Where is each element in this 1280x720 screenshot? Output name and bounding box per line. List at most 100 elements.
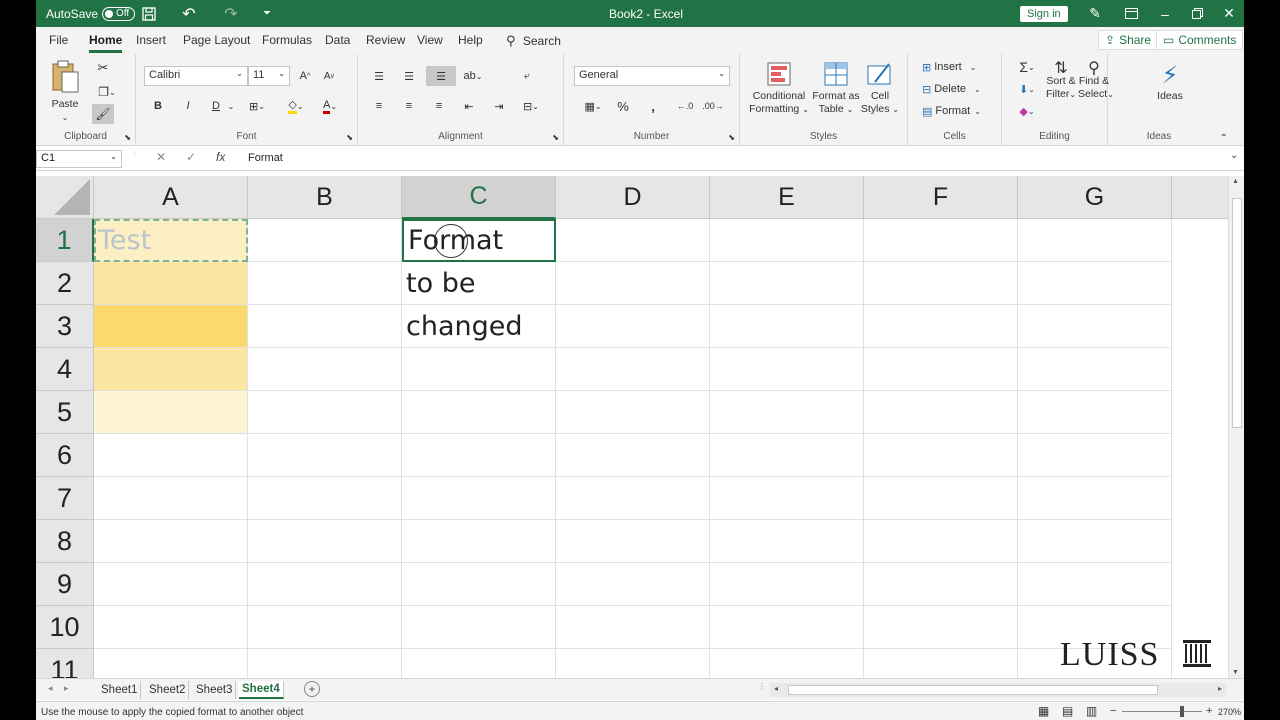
restore-icon[interactable]: [1188, 0, 1206, 27]
drag-handle-icon[interactable]: ⋮: [132, 151, 138, 169]
vertical-scroll-thumb[interactable]: [1232, 198, 1242, 428]
zoom-slider[interactable]: [1122, 706, 1202, 717]
ideas-button[interactable]: ⚡ Ideas: [1148, 62, 1192, 103]
cell-d3[interactable]: [556, 305, 710, 348]
tab-review[interactable]: Review: [366, 33, 405, 53]
cell-e7[interactable]: [710, 477, 864, 520]
select-all-button[interactable]: [36, 176, 94, 219]
row-header-1[interactable]: 1: [36, 219, 94, 262]
merge-center-icon[interactable]: ⊟ ⌄: [516, 96, 546, 116]
cell-f8[interactable]: [864, 520, 1018, 563]
ribbon-display-icon[interactable]: [1122, 0, 1140, 27]
page-break-view-icon[interactable]: ▥: [1086, 704, 1097, 718]
row-header-8[interactable]: 8: [36, 520, 94, 563]
align-right-icon[interactable]: ≡: [430, 96, 448, 116]
cell-g5[interactable]: [1018, 391, 1172, 434]
name-box[interactable]: C1 ⌄: [36, 150, 122, 168]
bold-button[interactable]: B: [150, 96, 166, 116]
cell-b6[interactable]: [248, 434, 402, 477]
cell-d6[interactable]: [556, 434, 710, 477]
cell-b8[interactable]: [248, 520, 402, 563]
dialog-launcher-icon[interactable]: ⬊: [346, 133, 353, 142]
cell-f1[interactable]: [864, 219, 1018, 262]
pen-icon[interactable]: ✎: [1086, 0, 1104, 27]
cell-a4[interactable]: [94, 348, 248, 391]
cell-a1[interactable]: Test: [94, 219, 248, 262]
row-header-5[interactable]: 5: [36, 391, 94, 434]
cell-f11[interactable]: [864, 649, 1018, 678]
align-left-icon[interactable]: ≡: [370, 96, 388, 116]
cell-g4[interactable]: [1018, 348, 1172, 391]
add-sheet-icon[interactable]: +: [304, 681, 320, 697]
clear-icon[interactable]: ◆ ⌄: [1014, 102, 1040, 120]
align-center-icon[interactable]: ≡: [400, 96, 418, 116]
sign-in-button[interactable]: Sign in: [1020, 0, 1068, 27]
autosum-icon[interactable]: Σ ⌄: [1014, 58, 1040, 76]
cell-g6[interactable]: [1018, 434, 1172, 477]
cell-a5[interactable]: [94, 391, 248, 434]
cell-f10[interactable]: [864, 606, 1018, 649]
row-header-11[interactable]: 11: [36, 649, 94, 678]
row-header-4[interactable]: 4: [36, 348, 94, 391]
increase-font-icon[interactable]: A ^: [296, 66, 314, 86]
cell-e2[interactable]: [710, 262, 864, 305]
column-header-f[interactable]: F: [864, 176, 1018, 219]
scroll-down-icon[interactable]: ▼: [1232, 669, 1239, 676]
cell-c1[interactable]: Format: [402, 219, 556, 262]
conditional-formatting-button[interactable]: Conditional Formatting ⌄: [748, 62, 810, 116]
cell-c8[interactable]: [402, 520, 556, 563]
share-button[interactable]: ⇪ Share: [1098, 30, 1159, 50]
cell-f2[interactable]: [864, 262, 1018, 305]
cell-b5[interactable]: [248, 391, 402, 434]
enter-icon[interactable]: ✓: [186, 150, 196, 168]
decrease-decimal-icon[interactable]: .00→: [702, 96, 724, 116]
tab-help[interactable]: Help: [458, 33, 483, 53]
cell-d8[interactable]: [556, 520, 710, 563]
cell-f9[interactable]: [864, 563, 1018, 606]
tab-view[interactable]: View: [417, 33, 443, 53]
tab-home[interactable]: Home: [89, 33, 123, 53]
dialog-launcher-icon[interactable]: ⬊: [728, 133, 735, 142]
cell-b11[interactable]: [248, 649, 402, 678]
orientation-icon[interactable]: ab ⌄: [462, 66, 484, 86]
row-header-9[interactable]: 9: [36, 563, 94, 606]
undo-icon[interactable]: ↶: [180, 0, 198, 27]
column-header-e[interactable]: E: [710, 176, 864, 219]
cell-g1[interactable]: [1018, 219, 1172, 262]
cell-e10[interactable]: [710, 606, 864, 649]
cell-c2[interactable]: to be: [402, 262, 556, 305]
cell-g8[interactable]: [1018, 520, 1172, 563]
column-header-b[interactable]: B: [248, 176, 402, 219]
fill-icon[interactable]: ⬇ ⌄: [1014, 80, 1040, 98]
cell-b9[interactable]: [248, 563, 402, 606]
align-bottom-icon[interactable]: ☰: [426, 66, 456, 86]
cell-f6[interactable]: [864, 434, 1018, 477]
autosave-control[interactable]: AutoSave Off: [46, 0, 136, 27]
horizontal-scroll-thumb[interactable]: [788, 685, 1158, 695]
cell-c3[interactable]: changed: [402, 305, 556, 348]
cell-e8[interactable]: [710, 520, 864, 563]
cell-d4[interactable]: [556, 348, 710, 391]
cell-d2[interactable]: [556, 262, 710, 305]
insert-function-icon[interactable]: fx: [216, 150, 225, 168]
cell-c6[interactable]: [402, 434, 556, 477]
prev-sheet-icon[interactable]: ◂: [48, 683, 53, 694]
cell-e6[interactable]: [710, 434, 864, 477]
close-icon[interactable]: ✕: [1220, 0, 1238, 27]
accounting-format-icon[interactable]: ▦ ⌄: [578, 96, 608, 116]
page-layout-view-icon[interactable]: ▤: [1062, 704, 1073, 718]
zoom-out-icon[interactable]: −: [1110, 705, 1116, 717]
sort-filter-button[interactable]: ⇅ Sort & Filter⌄: [1046, 61, 1076, 101]
cell-d11[interactable]: [556, 649, 710, 678]
increase-indent-icon[interactable]: ⇥: [490, 96, 508, 116]
sheet-tab-2[interactable]: Sheet2: [146, 681, 190, 699]
cell-d9[interactable]: [556, 563, 710, 606]
column-header-d[interactable]: D: [556, 176, 710, 219]
font-name-select[interactable]: Calibri ⌄: [144, 66, 248, 86]
column-header-g[interactable]: G: [1018, 176, 1172, 219]
tab-insert[interactable]: Insert: [136, 33, 166, 53]
borders-icon[interactable]: ⊞ ⌄: [244, 96, 270, 116]
cell-a11[interactable]: [94, 649, 248, 678]
align-top-icon[interactable]: ☰: [370, 66, 388, 86]
format-cells-button[interactable]: ▤ Format ⌄: [922, 102, 981, 120]
